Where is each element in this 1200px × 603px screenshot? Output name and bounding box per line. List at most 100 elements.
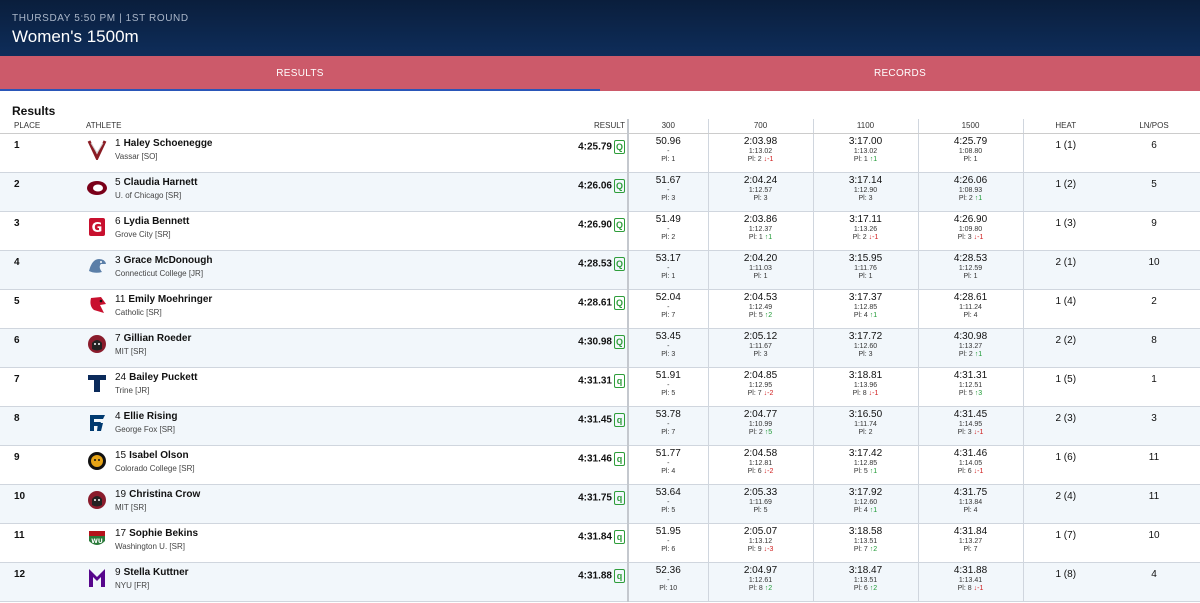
table-row[interactable]: 11 WU 17 Sophie Bekins Washington U. [SR] 4:3… [0, 523, 1200, 563]
result-mark: 4:28.53 [578, 258, 612, 270]
lap-time: 1:09.80 [958, 225, 983, 233]
split-place: Pl: 10 [659, 584, 678, 592]
table-row[interactable]: 5 11 Emily Moehringer Catholic [SR] 4:28.61 Q… [0, 289, 1200, 329]
place-down-indicator: ↓-1 [763, 155, 774, 163]
qualifier-badge: Q [614, 334, 625, 349]
tab-results[interactable]: RESULTS [0, 56, 600, 91]
heat-cell: 2 (2) [1023, 328, 1108, 368]
team-name[interactable]: Colorado College [SR] [115, 464, 195, 473]
result-cell: 4:28.53 Q [486, 250, 629, 290]
lap-time: - [667, 303, 670, 311]
athlete-cell: 9 Stella Kuttner NYU [FR] [86, 562, 486, 602]
team-name[interactable]: MIT [SR] [115, 347, 191, 356]
split-place: Pl: 5 [661, 389, 676, 397]
split-place: Pl: 9 [747, 545, 762, 553]
team-name[interactable]: George Fox [SR] [115, 425, 177, 434]
result-mark: 4:26.06 [578, 180, 612, 192]
split-place: Pl: 5 [661, 506, 676, 514]
table-row[interactable]: 10 19 Christina Crow MIT [SR] 4:31.75 q 53.64-… [0, 484, 1200, 524]
result-mark: 4:25.79 [578, 141, 612, 153]
qualifier-badge: q [614, 412, 625, 427]
athlete-name[interactable]: Bailey Puckett [129, 372, 197, 383]
team-name[interactable]: NYU [FR] [115, 581, 189, 590]
team-name[interactable]: MIT [SR] [115, 503, 200, 512]
team-name[interactable]: Grove City [SR] [115, 230, 189, 239]
place-up-indicator: ↑1 [974, 194, 983, 202]
col-lnpos: LN/POS [1108, 119, 1200, 134]
split-place: Pl: 3 [858, 194, 873, 202]
table-row[interactable]: 7 24 Bailey Puckett Trine [JR] 4:31.31 q 51.91… [0, 367, 1200, 407]
athlete-name[interactable]: Emily Moehringer [128, 294, 212, 305]
split-place: Pl: 3 [661, 194, 676, 202]
split-place: Pl: 1 [963, 272, 978, 280]
split-place: Pl: 2 [661, 233, 676, 241]
split-700-cell: 2:04.58 1:12.81 Pl: 6 ↓-2 [708, 445, 814, 485]
lap-time: - [667, 459, 670, 467]
table-row[interactable]: 2 5 Claudia Harnett U. of Chicago [SR] 4:26.… [0, 172, 1200, 212]
athlete-name[interactable]: Gillian Roeder [124, 333, 192, 344]
split-place: Pl: 4 [661, 467, 676, 475]
team-name[interactable]: Vassar [SO] [115, 152, 212, 161]
split-300-cell: 51.91- Pl: 5 [628, 367, 709, 407]
lap-time: 1:12.51 [958, 381, 983, 389]
table-row[interactable]: 4 3 Grace McDonough Connecticut College [JR… [0, 250, 1200, 290]
table-row[interactable]: 3 G 6 Lydia Bennett Grove City [SR] 4:26.90 Q 5… [0, 211, 1200, 251]
split-300-cell: 52.36- Pl: 10 [628, 562, 709, 602]
table-row[interactable]: 1 1 Haley Schoenegge Vassar [SO] 4:25.79 Q 50.… [0, 133, 1200, 173]
athlete-name[interactable]: Stella Kuttner [124, 567, 189, 578]
split-1500-cell: 4:30.98 1:13.27 Pl: 2 ↑1 [918, 328, 1024, 368]
athlete-name[interactable]: Sophie Bekins [129, 528, 198, 539]
place-up-indicator: ↑2 [869, 545, 878, 553]
team-logo-icon [86, 450, 108, 472]
team-name[interactable]: U. of Chicago [SR] [115, 191, 197, 200]
col-heat: HEAT [1023, 119, 1108, 134]
split-place: Pl: 4 [853, 311, 868, 319]
lap-time: 1:12.90 [853, 186, 878, 194]
lane-position-cell: 9 [1108, 211, 1200, 251]
table-row[interactable]: 8 4 Ellie Rising George Fox [SR] 4:31.45 q 53.… [0, 406, 1200, 446]
qualifier-badge: Q [614, 178, 625, 193]
place-cell: 6 [0, 328, 86, 368]
athlete-name[interactable]: Lydia Bennett [124, 216, 190, 227]
place-down-indicator: ↓-2 [763, 389, 774, 397]
split-1100-cell: 3:17.00 1:13.02 Pl: 1 ↑1 [813, 133, 919, 173]
split-time: 3:17.42 [848, 447, 883, 459]
table-row[interactable]: 6 7 Gillian Roeder MIT [SR] 4:30.98 Q 53.45- Pl… [0, 328, 1200, 368]
athlete-cell: 5 Claudia Harnett U. of Chicago [SR] [86, 172, 486, 212]
athlete-name[interactable]: Grace McDonough [124, 255, 213, 266]
tab-records[interactable]: RECORDS [600, 56, 1200, 91]
team-logo-icon: G [86, 216, 108, 238]
col-700: 700 [708, 119, 814, 134]
split-place: Pl: 2 [958, 350, 973, 358]
athlete-name[interactable]: Isabel Olson [129, 450, 188, 461]
lane-position-cell: 11 [1108, 445, 1200, 485]
split-700-cell: 2:05.33 1:11.69 Pl: 5 [708, 484, 814, 524]
lap-time: 1:12.57 [748, 186, 773, 194]
team-name[interactable]: Trine [JR] [115, 386, 198, 395]
team-name[interactable]: Connecticut College [JR] [115, 269, 212, 278]
table-row[interactable]: 12 9 Stella Kuttner NYU [FR] 4:31.88 q 52.36- P… [0, 562, 1200, 602]
split-1500-cell: 4:28.53 1:12.59 Pl: 1 [918, 250, 1024, 290]
team-name[interactable]: Catholic [SR] [115, 308, 212, 317]
athlete-name[interactable]: Haley Schoenegge [124, 138, 213, 149]
place-down-indicator: ↓-1 [868, 233, 879, 241]
lane-position-cell: 10 [1108, 250, 1200, 290]
split-time: 4:28.61 [953, 291, 988, 303]
place-cell: 7 [0, 367, 86, 407]
lap-time: 1:13.26 [853, 225, 878, 233]
athlete-name[interactable]: Ellie Rising [124, 411, 178, 422]
athlete-name[interactable]: Christina Crow [129, 489, 200, 500]
split-time: 4:31.84 [953, 525, 988, 537]
place-cell: 1 [0, 133, 86, 173]
split-place: Pl: 1 [748, 233, 763, 241]
split-time: 53.17 [655, 252, 681, 264]
split-1500-cell: 4:31.75 1:13.84 Pl: 4 [918, 484, 1024, 524]
place-cell: 2 [0, 172, 86, 212]
lap-time: 1:13.27 [958, 537, 983, 545]
split-time: 4:31.46 [953, 447, 988, 459]
team-name[interactable]: Washington U. [SR] [115, 542, 198, 551]
lap-time: 1:13.51 [853, 537, 878, 545]
heat-cell: 1 (3) [1023, 211, 1108, 251]
athlete-name[interactable]: Claudia Harnett [124, 177, 198, 188]
table-row[interactable]: 9 15 Isabel Olson Colorado College [SR] 4:31… [0, 445, 1200, 485]
